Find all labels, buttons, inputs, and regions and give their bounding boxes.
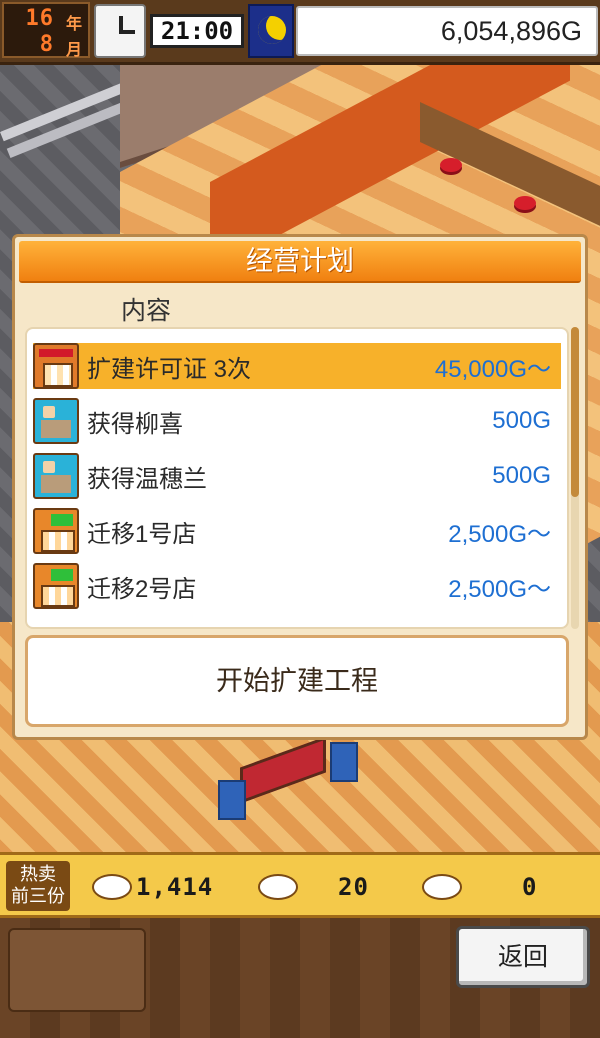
item-price: 500G <box>492 407 551 434</box>
list-scrollbar[interactable] <box>571 327 579 629</box>
plate-icon <box>422 874 462 900</box>
night-icon <box>248 4 294 58</box>
dish-icon <box>92 874 132 900</box>
bestsellers-label-line1: 热卖 <box>20 864 56 884</box>
month-unit: 月 <box>65 40 82 59</box>
list-item-hire-staff[interactable]: 获得温穗兰 500G <box>33 453 561 499</box>
clock-icon <box>94 4 146 58</box>
item-label: 获得柳喜 <box>87 410 183 438</box>
item-label: 迁移1号店 <box>87 520 197 548</box>
stool <box>514 196 536 210</box>
bestseller-item: 0 <box>422 867 537 907</box>
stool <box>440 158 462 172</box>
year-value: 16 <box>25 6 54 31</box>
item-price: 500G <box>492 462 551 489</box>
management-plan-dialog: 经营计划 内容 扩建许可证 3次 45,000G～ 获得柳喜 500G 获得温穗… <box>12 234 588 740</box>
chair <box>218 780 246 820</box>
bestseller-item: 20 <box>258 867 369 907</box>
dialog-title: 经营计划 <box>19 241 581 283</box>
list-item-move-shop[interactable]: 迁移1号店 2,500G～ <box>33 508 561 554</box>
bestsellers-label-line2: 前三份 <box>11 886 65 906</box>
bestseller-count: 0 <box>522 873 538 901</box>
item-price: 45,000G～ <box>434 355 551 383</box>
plan-list[interactable]: 扩建许可证 3次 45,000G～ 获得柳喜 500G 获得温穗兰 500G 迁… <box>25 327 569 629</box>
bestseller-count: 1,414 <box>136 873 214 901</box>
bestsellers-bar: 热卖 前三份 1,414 20 0 <box>0 852 600 918</box>
start-expansion-button[interactable]: 开始扩建工程 <box>25 635 569 727</box>
back-button[interactable]: 返回 <box>456 926 590 988</box>
list-item-hire-staff[interactable]: 获得柳喜 500G <box>33 398 561 444</box>
staff-icon <box>33 398 79 444</box>
list-item-move-shop[interactable]: 迁移2号店 2,500G～ <box>33 563 561 609</box>
item-label: 获得温穗兰 <box>87 465 207 493</box>
content-label: 内容 <box>121 297 172 325</box>
status-bar: 16 年 8 月 21:00 6,054,896G <box>0 0 600 65</box>
bestseller-count: 20 <box>338 873 369 901</box>
item-price: 2,500G～ <box>448 575 551 603</box>
money-display: 6,054,896G <box>296 6 598 56</box>
item-label: 扩建许可证 3次 <box>87 355 252 383</box>
shop-move-icon <box>33 563 79 609</box>
month-value: 8 <box>39 32 54 57</box>
year-unit: 年 <box>65 14 82 33</box>
bestsellers-label: 热卖 前三份 <box>6 861 70 911</box>
date-display: 16 年 8 月 <box>2 2 90 59</box>
shop-expand-icon <box>33 343 79 389</box>
time-display: 21:00 <box>150 14 244 48</box>
list-item-expand-permit[interactable]: 扩建许可证 3次 45,000G～ <box>33 343 561 389</box>
shop-move-icon <box>33 508 79 554</box>
chair <box>330 742 358 782</box>
staff-icon <box>33 453 79 499</box>
empty-slot <box>8 928 146 1012</box>
bestseller-item: 1,414 <box>92 867 213 907</box>
item-price: 2,500G～ <box>448 520 551 548</box>
noodle-bowl-icon <box>258 874 298 900</box>
item-label: 迁移2号店 <box>87 575 197 603</box>
scroll-thumb[interactable] <box>571 327 579 497</box>
